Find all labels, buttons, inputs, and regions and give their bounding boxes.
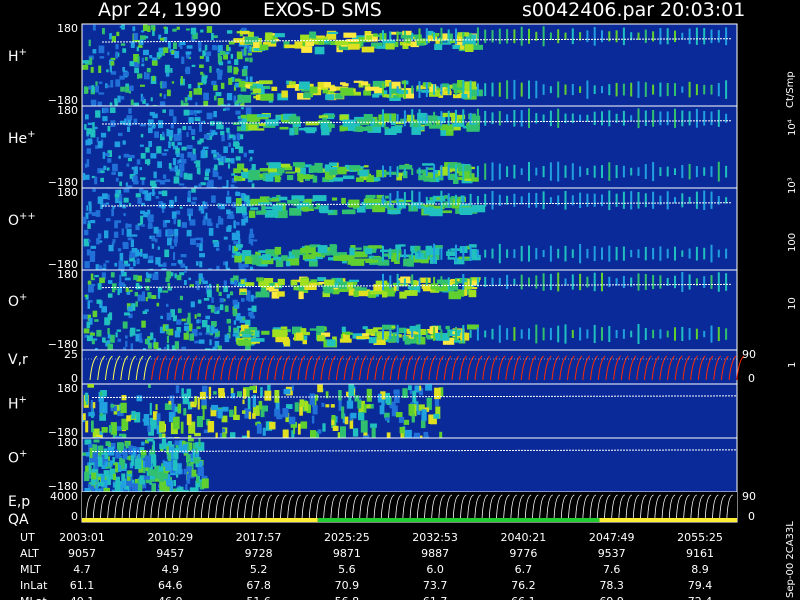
xrow-mlat-value: 40.1 (70, 595, 95, 600)
panel-o1: O+180−180 (8, 268, 738, 357)
xrow-mlt-value: 8.9 (691, 563, 709, 576)
panel-label2-ep: QA (8, 512, 29, 528)
footer-stamp: Sep-00 2CA33L (785, 521, 796, 598)
ytick-top-o1: 180 (57, 268, 78, 281)
xrow-alt-value: 9728 (245, 547, 273, 560)
ytick-top-o2: 180 (57, 436, 78, 449)
xrow-inlat-value: 64.6 (158, 579, 183, 592)
xrow-name-mlat: MLat (20, 595, 47, 600)
xrow-inlat-value: 79.4 (688, 579, 713, 592)
xrow-alt-value: 9537 (598, 547, 626, 560)
ytick-right-top-vr: 90 (742, 348, 756, 361)
xrow-alt-value: 9871 (333, 547, 361, 560)
heat-ep (82, 492, 737, 522)
ytick-top-h2: 180 (57, 382, 78, 395)
xrow-mlat-value: 69.9 (599, 595, 624, 600)
xrow-mlat-value: 46.0 (158, 595, 183, 600)
xrow-ut-value: 2055:25 (677, 531, 723, 544)
xrow-mlt-value: 5.6 (338, 563, 356, 576)
ytick-top-opp: 180 (57, 186, 78, 199)
xrow-alt-value: 9057 (68, 547, 96, 560)
panel-ep: E,p QA 4000 0 90 0 (8, 490, 756, 528)
xrow-alt-value: 9887 (421, 547, 449, 560)
xrow-ut-value: 2025:25 (324, 531, 370, 544)
xrow-name-mlt: MLT (20, 563, 41, 576)
xrow-ut-value: 2003:01 (59, 531, 105, 544)
ytick-top-he: 180 (57, 104, 78, 117)
xrow-inlat-value: 61.1 (70, 579, 95, 592)
xrow-inlat-value: 76.2 (511, 579, 536, 592)
xrow-mlat-value: 61.7 (423, 595, 448, 600)
header-time: 20:03:01 (660, 0, 745, 21)
xrow-mlt-value: 6.7 (515, 563, 533, 576)
ytick-top-ep: 4000 (50, 490, 78, 503)
panel-label-ep: E,p (8, 494, 30, 510)
header-date: Apr 24, 1990 (98, 0, 222, 21)
ytick-right-bottom-vr: 0 (748, 372, 755, 385)
header-mission: EXOS-D SMS (263, 0, 382, 21)
xrow-inlat-value: 67.8 (246, 579, 271, 592)
panel-h1: H+180−180 (8, 22, 738, 113)
xrow-mlat-value: 66.1 (511, 595, 536, 600)
xrow-mlt-value: 4.7 (73, 563, 91, 576)
xrow-ut-value: 2047:49 (589, 531, 635, 544)
panel-label-vr: V,r (8, 352, 28, 368)
ytick-right-bottom-ep: 0 (748, 510, 755, 523)
header-file: s0042406.par (522, 0, 654, 21)
xrow-name-inlat: InLat (20, 579, 48, 592)
ytick-right-top-ep: 90 (742, 490, 756, 503)
ytick-top-h1: 180 (57, 22, 78, 35)
xrow-mlt-value: 4.9 (162, 563, 180, 576)
xrow-mlat-value: 51.6 (246, 595, 271, 600)
xrow-inlat-value: 73.7 (423, 579, 448, 592)
xrow-name-ut: UT (20, 531, 35, 544)
colorbar-tick: 1 (787, 362, 798, 368)
xrow-mlt-value: 5.2 (250, 563, 268, 576)
xrow-mlt-value: 7.6 (603, 563, 621, 576)
panel-opp: O++180−180 (8, 186, 738, 277)
xrow-alt-value: 9776 (509, 547, 537, 560)
xrow-mlat-value: 56.8 (335, 595, 360, 600)
panel-he: He+180−180 (8, 104, 738, 195)
panel-vr: V,r 250900 (8, 348, 756, 385)
xrow-name-alt: ALT (20, 547, 39, 560)
ytick-top-vr: 25 (64, 348, 78, 361)
ytick-bottom-ep: 0 (71, 510, 78, 523)
xrow-mlt-value: 6.0 (426, 563, 444, 576)
xrow-alt-value: 9161 (686, 547, 714, 560)
xrow-ut-value: 2032:53 (412, 531, 458, 544)
colorbar-tick: 10³ (787, 177, 798, 194)
spectrogram-figure: Apr 24, 1990 EXOS-D SMS s0042406.par 20:… (0, 0, 800, 600)
xrow-ut-value: 2040:21 (501, 531, 547, 544)
colorbar-unit: Ct/Smp (785, 71, 796, 108)
colorbar-tick: 100 (787, 233, 798, 252)
xrow-ut-value: 2017:57 (236, 531, 282, 544)
colorbar-tick: 10 (787, 297, 798, 310)
colorbar-tick: 10⁴ (787, 119, 798, 136)
xrow-inlat-value: 78.3 (599, 579, 624, 592)
xrow-alt-value: 9457 (156, 547, 184, 560)
xrow-inlat-value: 70.9 (335, 579, 360, 592)
xrow-ut-value: 2010:29 (147, 531, 193, 544)
xrow-mlat-value: 72.4 (688, 595, 713, 600)
panels-group: H+180−180He+180−180O++180−180O+180−180V,… (8, 22, 756, 528)
